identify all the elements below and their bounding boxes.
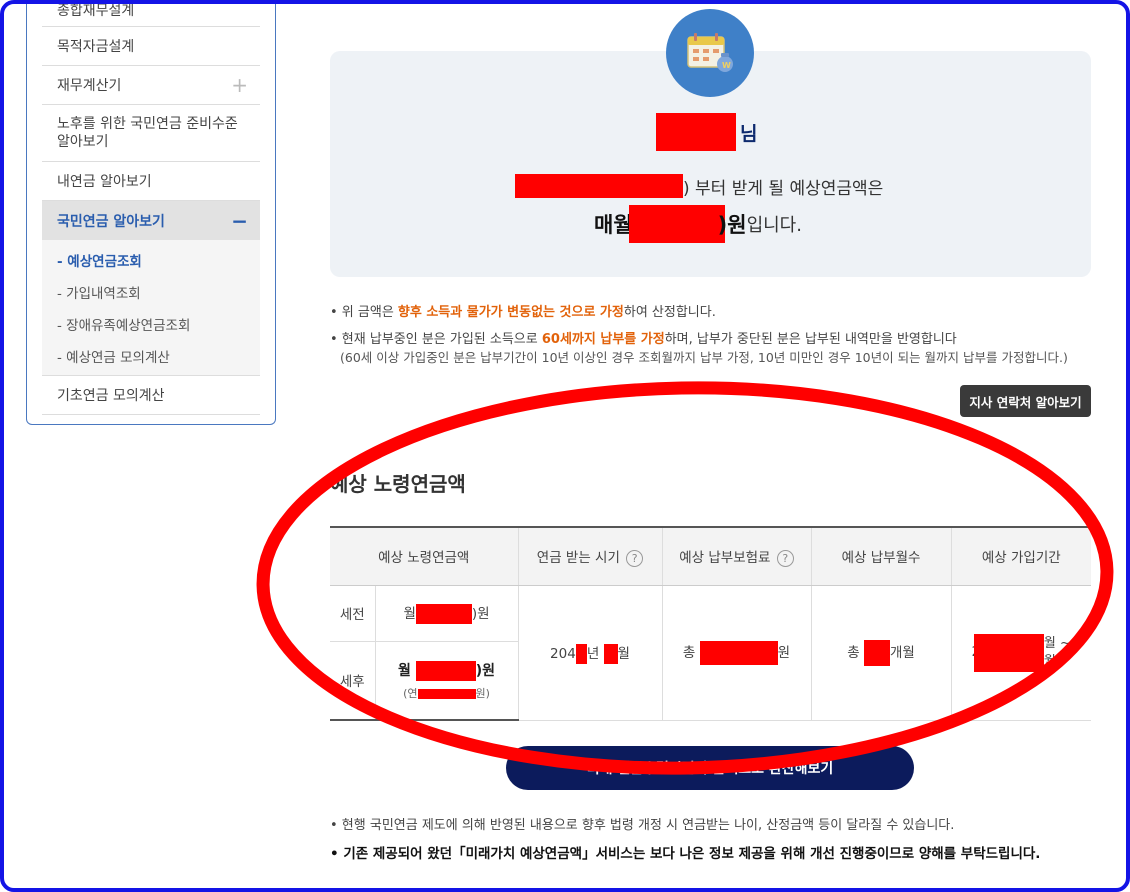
redacted-amount <box>628 205 725 243</box>
start-date-line: ) 부터 받게 될 예상연금액은 <box>515 172 883 200</box>
redacted-value <box>863 639 890 666</box>
sidebar-subitem-disability-survivor[interactable]: - 장애유족예상연금조회 <box>42 308 260 340</box>
note-2: • 현재 납부중인 분은 가입된 소득으로 60세까지 납부를 가정하며, 납부… <box>330 332 957 347</box>
svg-text:W: W <box>722 61 731 70</box>
redacted-value <box>699 640 778 665</box>
bottom-notes: • 현행 국민연금 제도에 의해 반영된 내용으로 향후 법령 개정 시 연금받… <box>330 816 1040 864</box>
redacted-value <box>603 643 618 664</box>
sidebar-item-comprehensive-plan[interactable]: 종합재무설계 <box>42 0 260 27</box>
sidebar-item-label: 노후를 위한 국민연금 준비수준 알아보기 <box>57 116 238 150</box>
table-row: 세전 월)원 204년 월 총 원 총 개월 2월 ~월 <box>330 585 1091 721</box>
sidebar-subitem-enrollment-history[interactable]: - 가입내역조회 <box>42 276 260 308</box>
sidebar: 종합재무설계 목적자금설계 재무계산기 + 노후를 위한 국민연금 준비수준 알아… <box>26 0 276 425</box>
redacted-value <box>973 633 1044 672</box>
monthly-suffix: 입니다. <box>746 215 802 236</box>
redacted-value <box>575 643 587 664</box>
redacted-value <box>417 688 476 699</box>
sidebar-subitem-expected-pension[interactable]: - 예상연금조회 <box>42 244 260 276</box>
sidebar-subitem-simulation[interactable]: - 예상연금 모의계산 <box>42 340 260 372</box>
sidebar-item-label: 기초연금 모의계산 <box>57 388 165 404</box>
before-tax-amount: 월)원 <box>375 585 518 642</box>
sidebar-item-label: 종합재무설계 <box>57 3 135 19</box>
start-date-text: ) 부터 받게 될 예상연금액은 <box>683 178 884 199</box>
redacted-name <box>656 113 736 151</box>
sidebar-item-label: 내연금 알아보기 <box>57 174 152 190</box>
header-premium: 예상 납부보험료 ? <box>661 526 811 586</box>
calendar-money-icon: W <box>666 9 754 97</box>
section-title: 예상 노령연금액 <box>330 472 466 496</box>
header-period: 예상 가입기간 <box>950 526 1091 586</box>
sidebar-item-my-pension[interactable]: 내연금 알아보기 <box>42 162 260 201</box>
monthly-amount-line: 매월 )원 입니다. <box>594 205 802 243</box>
redacted-value <box>415 660 476 681</box>
sidebar-submenu: - 예상연금조회 - 가입내역조회 - 장애유족예상연금조회 - 예상연금 모의… <box>42 240 260 376</box>
future-value-button[interactable]: 미래 연금수령시점의 금액으로 환산해보기 <box>506 746 914 790</box>
header-months: 예상 납부월수 <box>810 526 951 586</box>
sidebar-item-pension-readiness[interactable]: 노후를 위한 국민연금 준비수준 알아보기 <box>42 105 260 162</box>
row-label-before-tax: 세전 <box>330 585 376 642</box>
bottom-note-2: • 기존 제공되어 왔던「미래가치 예상연금액」서비스는 보다 나은 정보 제공… <box>330 846 1041 862</box>
amount-suffix: )원 <box>717 213 747 237</box>
sidebar-item-goal-fund[interactable]: 목적자금설계 <box>42 27 260 66</box>
receive-date-cell: 204 년 월 <box>517 585 662 721</box>
sidebar-item-label: 국민연금 알아보기 <box>57 213 165 230</box>
name-suffix: 님 <box>740 122 758 145</box>
note-2-detail: (60세 이상 가입중인 분은 납부기간이 10년 이상인 경우 조회월까지 납… <box>340 350 1068 365</box>
redacted-value <box>415 604 472 624</box>
sidebar-item-label: 목적자금설계 <box>57 39 135 55</box>
header-receive-date: 연금 받는 시기 ? <box>517 526 662 586</box>
row-label-after-tax: 세후 <box>330 641 376 721</box>
pension-table: 예상 노령연금액 연금 받는 시기 ? 예상 납부보험료 ? 예상 납부월수 예… <box>330 526 1091 721</box>
monthly-prefix: 매월 <box>594 213 633 237</box>
sidebar-item-calculator[interactable]: 재무계산기 + <box>42 66 260 105</box>
period-cell: 2월 ~월 <box>950 585 1091 721</box>
bottom-note-1: • 현행 국민연금 제도에 의해 반영된 내용으로 향후 법령 개정 시 연금받… <box>330 818 955 833</box>
branch-contact-button[interactable]: 지사 연락처 알아보기 <box>960 385 1091 417</box>
months-cell: 총 개월 <box>810 585 951 721</box>
plus-icon[interactable]: + <box>231 73 248 97</box>
after-tax-amount: 월 )원 (연 원) <box>375 641 519 721</box>
help-icon[interactable]: ? <box>626 549 644 567</box>
header-pension-amount: 예상 노령연금액 <box>330 526 518 586</box>
minus-icon[interactable]: − <box>231 209 248 233</box>
note-1: • 위 금액은 향후 소득과 물가가 변동없는 것으로 가정하여 산정합니다. <box>330 305 716 320</box>
redacted-start-date <box>515 174 683 198</box>
user-name-line: 님 <box>656 113 757 151</box>
help-icon[interactable]: ? <box>776 549 794 567</box>
sidebar-item-basic-pension-sim[interactable]: 기초연금 모의계산 <box>42 376 260 415</box>
calculation-notes: • 위 금액은 향후 소득과 물가가 변동없는 것으로 가정하여 산정합니다. … <box>330 304 1068 376</box>
sidebar-item-label: 재무계산기 <box>57 78 122 94</box>
sidebar-item-national-pension[interactable]: 국민연금 알아보기 − <box>42 201 260 240</box>
premium-cell: 총 원 <box>661 585 811 721</box>
